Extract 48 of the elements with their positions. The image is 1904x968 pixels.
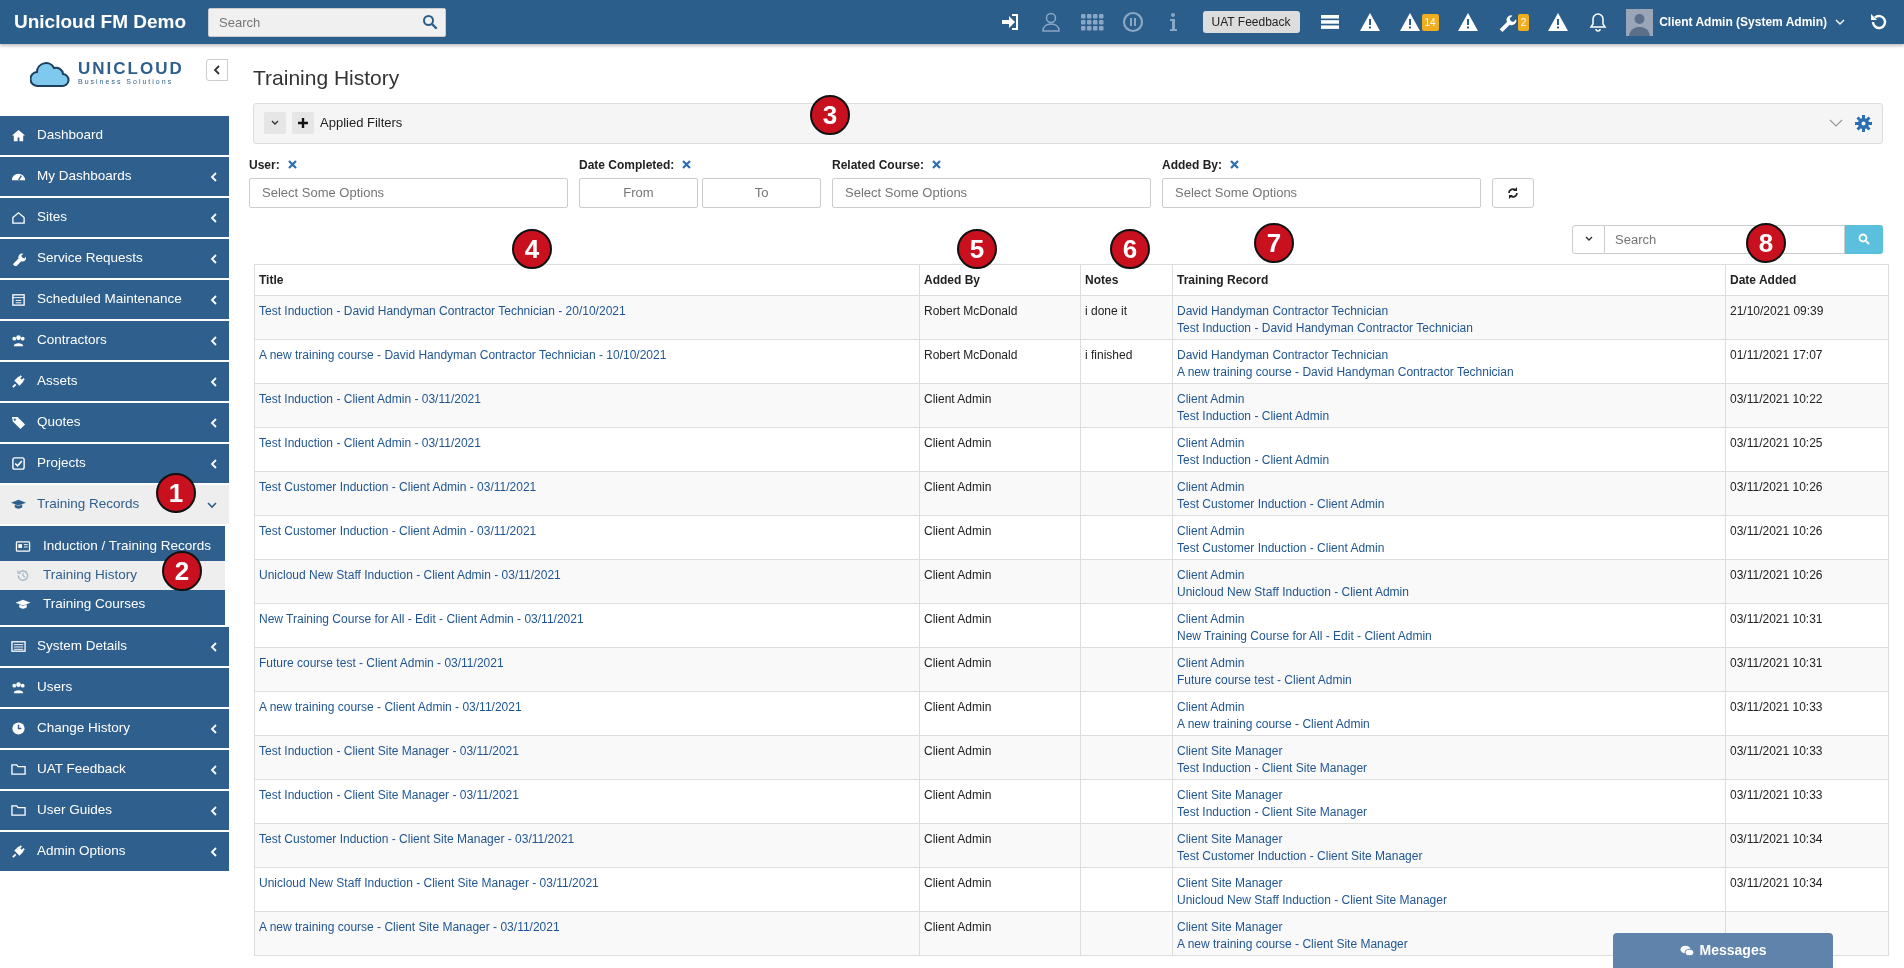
callout-tooltip: 4 <box>512 229 552 269</box>
page-title: Training History <box>253 65 401 91</box>
callout-tooltip: 7 <box>1254 223 1294 263</box>
callout-tooltip: 3 <box>810 95 850 135</box>
table-cell: 01/11/2021 17:07 <box>1725 339 1889 383</box>
table-cell: 03/11/2021 10:22 <box>1725 383 1889 427</box>
table-cell: Client Admin <box>919 779 1081 823</box>
user-name: Client Admin (System Admin) <box>1659 14 1827 31</box>
logo-name: UNICLOUD <box>78 60 184 78</box>
filter-label: Related Course: <box>832 156 925 174</box>
table-cell: 03/11/2021 10:34 <box>1725 867 1889 911</box>
filter-label: User: <box>249 156 280 174</box>
table-cell: Client Admin <box>919 515 1081 559</box>
table-cell: 03/11/2021 10:31 <box>1725 647 1889 691</box>
count-badge: 14 <box>1421 13 1439 31</box>
table-cell: Client Admin <box>919 823 1081 867</box>
table-cell: Client Admin <box>919 691 1081 735</box>
table-cell: Client Admin <box>919 911 1081 955</box>
table-cell: Robert McDonald <box>919 339 1081 383</box>
filter-bar-label: Applied Filters <box>320 114 403 133</box>
table-cell: Client Admin <box>919 427 1081 471</box>
table-cell: 03/11/2021 10:25 <box>1725 427 1889 471</box>
table-cell: 03/11/2021 10:26 <box>1725 559 1889 603</box>
table-cell: Client Admin <box>919 559 1081 603</box>
table-cell: Client Admin <box>919 603 1081 647</box>
table-cell: 03/11/2021 10:26 <box>1725 471 1889 515</box>
callout-tooltip: 8 <box>1746 223 1786 263</box>
table-cell: i done it <box>1080 295 1173 339</box>
table-cell: 03/11/2021 10:31 <box>1725 603 1889 647</box>
table-cell: Client Admin <box>919 383 1081 427</box>
app-title: Unicloud FM Demo <box>13 9 188 34</box>
table-cell: Client Admin <box>919 735 1081 779</box>
table-cell: i finished <box>1080 339 1173 383</box>
table-cell: Client Admin <box>919 647 1081 691</box>
callout-tooltip: 5 <box>957 229 997 269</box>
filter-label: Added By: <box>1162 156 1222 174</box>
callout-tooltip: 6 <box>1110 229 1150 269</box>
table-cell: 21/10/2021 09:39 <box>1725 295 1889 339</box>
count-badge: 2 <box>1517 13 1530 31</box>
table-cell: 03/11/2021 10:26 <box>1725 515 1889 559</box>
table-cell: 03/11/2021 10:33 <box>1725 735 1889 779</box>
table-cell: 03/11/2021 10:33 <box>1725 691 1889 735</box>
table-cell: Client Admin <box>919 471 1081 515</box>
filter-label: Date Completed: <box>579 156 675 174</box>
table-cell: Robert McDonald <box>919 295 1081 339</box>
table-cell: 03/11/2021 10:34 <box>1725 823 1889 867</box>
table-cell: Client Admin <box>919 867 1081 911</box>
table-cell: 03/11/2021 10:33 <box>1725 779 1889 823</box>
